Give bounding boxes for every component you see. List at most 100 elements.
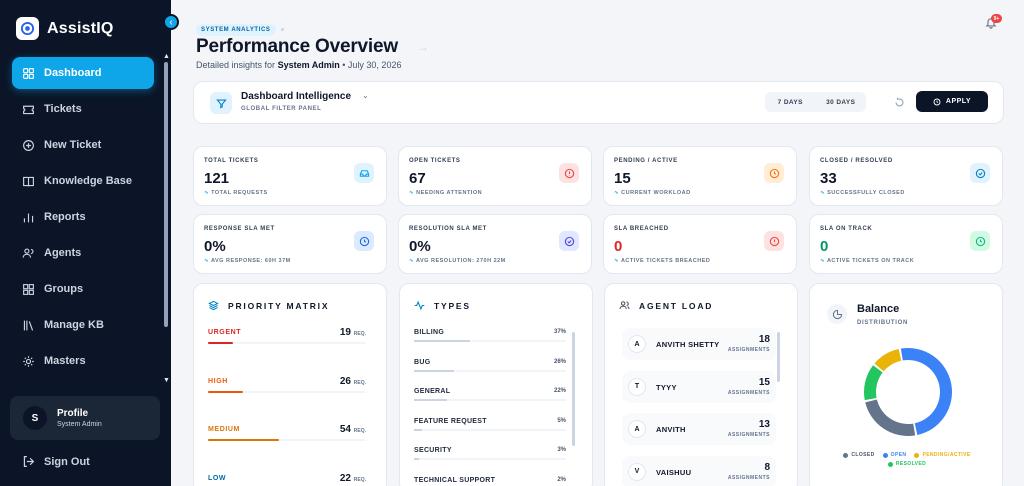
agent-name: ANVITH xyxy=(656,425,686,434)
layers-icon xyxy=(208,300,219,311)
sidebar-item-label: Masters xyxy=(44,355,86,367)
library-icon xyxy=(23,320,34,331)
priority-count: 22 REQ. xyxy=(340,473,366,484)
scroll-up-icon[interactable]: ▲ xyxy=(163,53,170,60)
priority-count-value: 54 xyxy=(339,424,351,435)
priority-bar xyxy=(208,391,366,393)
sidebar-item-dashboard[interactable]: Dashboard xyxy=(12,57,154,89)
activity-icon xyxy=(414,300,425,311)
types-scrollbar[interactable] xyxy=(572,332,575,446)
sidebar-item-masters[interactable]: Masters xyxy=(12,345,154,377)
stat-subtext: AVG RESOLUTION: 270H 22M xyxy=(409,258,506,264)
sidebar-item-tickets[interactable]: Tickets xyxy=(12,93,154,125)
type-bar xyxy=(414,428,566,431)
type-percent: 37% xyxy=(553,329,566,335)
priority-count: 19 REQ. xyxy=(340,327,366,338)
filter-icon xyxy=(210,92,232,114)
subtitle-prefix: Detailed insights for xyxy=(196,60,276,70)
ticket-icon xyxy=(23,105,34,114)
type-bar xyxy=(414,458,566,460)
legend-label: PENDING/ACTIVE xyxy=(922,452,971,458)
brand-name: AssistIQ xyxy=(47,19,114,37)
legend-item: OPEN xyxy=(882,452,907,458)
stat-subtext: ACTIVE TICKETS BREACHED xyxy=(614,258,710,264)
priority-unit: REQ. xyxy=(353,380,366,386)
badge-dot xyxy=(281,28,284,31)
donut-slice-closed[interactable] xyxy=(865,399,916,436)
stat-subtext: NEEDING ATTENTION xyxy=(409,190,482,196)
agent-row[interactable]: V VAISHUU 8 ASSIGNMENTS xyxy=(622,455,776,486)
page-subtitle: Detailed insights for System Admin • Jul… xyxy=(196,60,401,70)
stat-value: 33 xyxy=(820,170,837,187)
donut-slice-resolved[interactable] xyxy=(864,365,883,401)
sidebar-item-manage-kb[interactable]: Manage KB xyxy=(12,309,154,341)
distribution-donut-chart[interactable] xyxy=(855,339,961,445)
donut-slice-open[interactable] xyxy=(900,347,953,436)
type-percent: 26% xyxy=(553,358,566,365)
range-7-days-button[interactable]: 7 DAYS xyxy=(765,99,816,106)
type-bar-fill xyxy=(414,428,422,431)
sidebar-scrollbar[interactable] xyxy=(164,62,168,327)
scroll-down-icon[interactable]: ▼ xyxy=(163,377,170,384)
legend-dot xyxy=(882,452,888,458)
chevron-down-icon[interactable]: ⌄ xyxy=(362,91,369,100)
brand-logo-icon xyxy=(16,17,39,40)
reset-button[interactable] xyxy=(894,95,905,113)
brand[interactable]: AssistIQ xyxy=(16,17,114,40)
book-icon xyxy=(23,176,34,186)
pie-chart-icon xyxy=(827,304,847,324)
agent-row[interactable]: A ANVITH SHETTY 18 ASSIGNMENTS xyxy=(622,328,776,360)
donut-slice-pending-active[interactable] xyxy=(874,348,902,372)
priority-bar-fill xyxy=(208,342,234,344)
sidebar-item-new-ticket[interactable]: New Ticket xyxy=(12,129,154,161)
stat-label: SLA BREACHED xyxy=(614,226,669,232)
priority-bar-fill xyxy=(208,439,280,441)
priority-unit: REQ. xyxy=(353,428,366,434)
range-30-days-button[interactable]: 30 DAYS xyxy=(816,99,867,106)
collapse-sidebar-button[interactable]: ‹ xyxy=(163,14,179,30)
sidebar-item-agents[interactable]: Agents xyxy=(12,237,154,269)
grid-icon xyxy=(23,283,34,295)
filter-title[interactable]: Dashboard Intelligence xyxy=(241,91,351,102)
stat-value: 0 xyxy=(614,238,623,255)
profile-card[interactable]: S Profile System Admin xyxy=(10,396,160,440)
stat-card-open-tickets[interactable]: OPEN TICKETS 67 NEEDING ATTENTION xyxy=(398,146,592,206)
sidebar-item-label: Groups xyxy=(44,283,84,295)
stat-label: RESPONSE SLA MET xyxy=(204,226,275,232)
type-bar-fill xyxy=(414,340,471,342)
sidebar-nav: Dashboard Tickets New Ticket Knowledge Base… xyxy=(12,57,154,381)
stat-card-sla-breached[interactable]: SLA BREACHED 0 ACTIVE TICKETS BREACHED xyxy=(603,214,797,274)
agent-row[interactable]: T TYYY 15 ASSIGNMENTS xyxy=(622,370,776,403)
stat-subtext: AVG RESPONSE: 60H 37M xyxy=(204,258,291,264)
type-bar-fill xyxy=(414,399,448,401)
agent-load-header: AGENT LOAD xyxy=(619,300,713,311)
stat-subtext: CURRENT WORKLOAD xyxy=(614,190,691,196)
sidebar-item-knowledge-base[interactable]: Knowledge Base xyxy=(12,165,154,197)
stat-card-closed-resolved[interactable]: CLOSED / RESOLVED 33 SUCCESSFULLY CLOSED xyxy=(809,146,1003,206)
stat-subtext: TOTAL REQUESTS xyxy=(204,190,268,196)
sidebar-item-reports[interactable]: Reports xyxy=(12,201,154,233)
logout-icon xyxy=(23,456,35,467)
agent-count: 15 xyxy=(758,376,770,388)
priority-matrix-title: PRIORITY MATRIX xyxy=(228,300,330,311)
stat-card-resolution-sla-met[interactable]: RESOLUTION SLA MET 0% AVG RESOLUTION: 27… xyxy=(398,214,592,274)
agents-scrollbar[interactable] xyxy=(777,332,780,382)
sidebar-item-label: Dashboard xyxy=(44,67,102,79)
sidebar-item-groups[interactable]: Groups xyxy=(12,273,154,305)
apply-button[interactable]: APPLY xyxy=(916,91,988,112)
users-icon xyxy=(619,301,630,309)
agent-load-title: AGENT LOAD xyxy=(639,300,714,311)
sidebar-item-label: Manage KB xyxy=(44,319,104,331)
plus-circle-icon xyxy=(23,139,34,151)
stat-card-sla-on-track[interactable]: SLA ON TRACK 0 ACTIVE TICKETS ON TRACK xyxy=(809,214,1003,274)
stat-card-total-tickets[interactable]: TOTAL TICKETS 121 TOTAL REQUESTS xyxy=(193,146,387,206)
agent-row[interactable]: A ANVITH 13 ASSIGNMENTS xyxy=(622,413,776,445)
legend-dot xyxy=(843,452,849,458)
stat-card-response-sla-met[interactable]: RESPONSE SLA MET 0% AVG RESPONSE: 60H 37… xyxy=(193,214,387,274)
priority-bar-fill xyxy=(208,391,243,393)
stat-card-pending-active[interactable]: PENDING / ACTIVE 15 CURRENT WORKLOAD xyxy=(603,146,797,206)
agent-name: TYYY xyxy=(656,382,677,392)
gear-icon xyxy=(23,355,34,367)
refresh-icon xyxy=(895,97,904,107)
sign-out-button[interactable]: Sign Out xyxy=(22,455,90,468)
